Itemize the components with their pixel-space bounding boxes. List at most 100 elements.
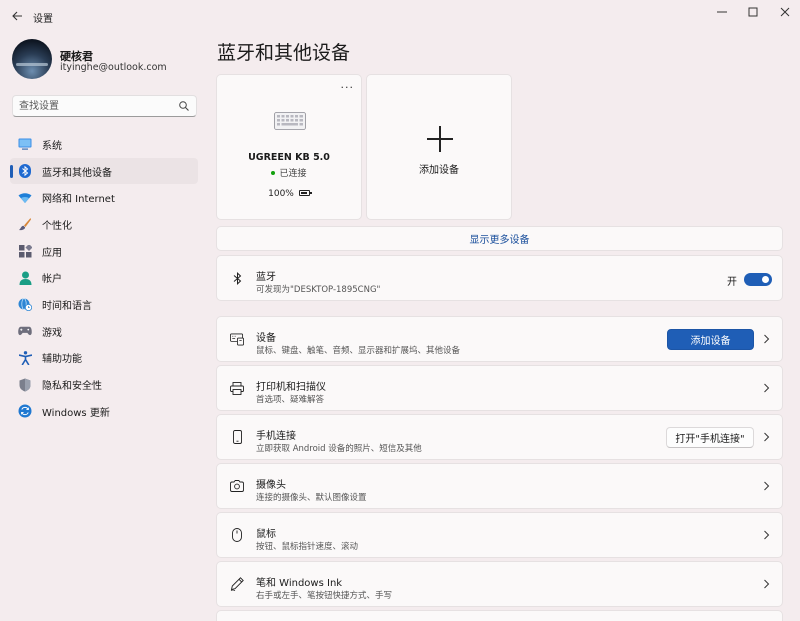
- sidebar-item-windows-update[interactable]: Windows 更新: [10, 398, 198, 425]
- chevron-right-icon: [764, 481, 770, 491]
- search-input[interactable]: [19, 98, 169, 114]
- sidebar-item-accessibility[interactable]: 辅助功能: [10, 345, 198, 372]
- sidebar-item-label: 应用: [42, 247, 62, 259]
- avatar: [12, 39, 52, 79]
- close-icon: [780, 7, 790, 17]
- app-title: 设置: [33, 14, 53, 25]
- camera-subtitle: 连接的摄像头、默认图像设置: [256, 493, 367, 503]
- add-device-button[interactable]: 添加设备: [667, 329, 754, 350]
- mouse-subtitle: 按钮、鼠标指针速度、滚动: [256, 542, 359, 552]
- keyboard-icon: [274, 112, 306, 130]
- battery-icon: [298, 189, 312, 196]
- device-status: 已连接: [217, 166, 361, 179]
- wifi-icon: [18, 191, 32, 205]
- back-button[interactable]: [8, 8, 26, 24]
- sidebar-item-label: Windows 更新: [42, 407, 110, 419]
- sidebar-item-system[interactable]: 系统: [10, 131, 198, 158]
- monitor-icon: [18, 137, 32, 151]
- sidebar-item-label: 游戏: [42, 327, 62, 339]
- battery-text: 100%: [268, 189, 294, 199]
- pen-ink-title: 笔和 Windows Ink: [256, 578, 343, 589]
- camera-row[interactable]: 摄像头 连接的摄像头、默认图像设置: [216, 463, 783, 509]
- search-box: [12, 95, 197, 117]
- sidebar-item-gaming[interactable]: 游戏: [10, 318, 198, 345]
- camera-title: 摄像头: [256, 480, 286, 491]
- printers-row[interactable]: 打印机和扫描仪 首选项、疑难解答: [216, 365, 783, 411]
- pen-icon: [230, 577, 244, 591]
- sidebar-item-personalization[interactable]: 个性化: [10, 211, 198, 238]
- device-status-text: 已连接: [279, 169, 307, 179]
- devices-row[interactable]: 设备 鼠标、键盘、触笔、音频、显示器和扩展坞、其他设备 添加设备: [216, 316, 783, 362]
- sidebar-item-label: 时间和语言: [42, 300, 92, 312]
- sidebar-item-label: 隐私和安全性: [42, 381, 102, 393]
- sidebar-item-privacy[interactable]: 隐私和安全性: [10, 371, 198, 398]
- user-profile[interactable]: 硬核君 ityinghe@outlook.com: [12, 38, 202, 82]
- add-device-card[interactable]: 添加设备: [366, 74, 512, 220]
- close-button[interactable]: [773, 4, 797, 20]
- camera-icon: [230, 479, 244, 493]
- device-name: UGREEN KB 5.0: [248, 152, 330, 163]
- sidebar-item-label: 帐户: [42, 274, 62, 286]
- phone-link-row[interactable]: 手机连接 立即获取 Android 设备的照片、短信及其他 打开"手机连接": [216, 414, 783, 460]
- account-icon: [18, 271, 32, 285]
- phone-link-title: 手机连接: [256, 431, 296, 442]
- brush-icon: [18, 217, 32, 231]
- bluetooth-row[interactable]: 蓝牙 可发现为"DESKTOP-1895CNG" 开: [216, 255, 783, 301]
- minimize-icon: [717, 11, 727, 13]
- devices-title: 设备: [256, 333, 276, 344]
- globe-clock-icon: [18, 297, 32, 312]
- shield-icon: [18, 378, 32, 392]
- printers-title: 打印机和扫描仪: [256, 382, 326, 393]
- bluetooth-title: 蓝牙: [256, 272, 276, 283]
- sidebar-item-accounts[interactable]: 帐户: [10, 264, 198, 291]
- bluetooth-toggle-label: 开: [727, 277, 737, 288]
- chevron-right-icon: [764, 432, 770, 442]
- bluetooth-icon: [230, 271, 244, 285]
- sidebar-nav: 系统 蓝牙和其他设备 网络和 Internet 个性化 应用 帐户 时间和语言 …: [10, 131, 198, 425]
- maximize-button[interactable]: [741, 4, 765, 20]
- sidebar-item-label: 网络和 Internet: [42, 194, 115, 206]
- maximize-icon: [748, 7, 758, 17]
- bluetooth-subtitle: 可发现为"DESKTOP-1895CNG": [256, 285, 381, 295]
- bluetooth-icon: [18, 164, 32, 179]
- next-row-partial: [216, 610, 783, 621]
- mouse-row[interactable]: 鼠标 按钮、鼠标指针速度、滚动: [216, 512, 783, 558]
- sidebar-item-label: 系统: [42, 140, 62, 152]
- plus-icon: [427, 126, 453, 152]
- title-bar: 设置: [0, 0, 800, 32]
- search-icon[interactable]: [178, 100, 190, 112]
- sidebar-item-apps[interactable]: 应用: [10, 238, 198, 265]
- devices-icon: [230, 332, 244, 346]
- mouse-icon: [230, 528, 244, 542]
- pen-ink-row[interactable]: 笔和 Windows Ink 右手或左手、笔按钮快捷方式、手写: [216, 561, 783, 607]
- sidebar-item-label: 辅助功能: [42, 354, 82, 366]
- pen-ink-subtitle: 右手或左手、笔按钮快捷方式、手写: [256, 591, 393, 601]
- sidebar-item-time-language[interactable]: 时间和语言: [10, 291, 198, 318]
- minimize-button[interactable]: [710, 4, 734, 20]
- chevron-right-icon: [764, 383, 770, 393]
- chevron-right-icon: [764, 579, 770, 589]
- printer-icon: [230, 381, 244, 395]
- page-title: 蓝牙和其他设备: [217, 42, 351, 64]
- sidebar-item-bluetooth-devices[interactable]: 蓝牙和其他设备: [10, 157, 198, 185]
- phone-link-subtitle: 立即获取 Android 设备的照片、短信及其他: [256, 444, 422, 454]
- mouse-title: 鼠标: [256, 529, 276, 540]
- sidebar-item-network[interactable]: 网络和 Internet: [10, 184, 198, 211]
- bluetooth-toggle[interactable]: [744, 273, 772, 286]
- apps-icon: [18, 244, 32, 258]
- gamepad-icon: [18, 324, 32, 338]
- connected-dot-icon: [271, 170, 276, 175]
- show-more-devices-button[interactable]: 显示更多设备: [216, 226, 783, 251]
- battery-level: 100%: [217, 189, 361, 199]
- arrow-left-icon: [11, 11, 22, 21]
- open-phone-link-button[interactable]: 打开"手机连接": [666, 427, 754, 448]
- profile-email: ityinghe@outlook.com: [60, 62, 167, 73]
- sidebar-item-label: 蓝牙和其他设备: [42, 167, 112, 179]
- update-icon: [18, 404, 32, 418]
- device-card[interactable]: ··· UGREEN KB 5.0 已连接 100%: [216, 74, 362, 220]
- more-options-button[interactable]: ···: [341, 81, 355, 94]
- chevron-right-icon: [764, 530, 770, 540]
- devices-subtitle: 鼠标、键盘、触笔、音频、显示器和扩展坞、其他设备: [256, 346, 461, 356]
- accessibility-icon: [18, 350, 32, 365]
- add-device-label: 添加设备: [419, 165, 459, 176]
